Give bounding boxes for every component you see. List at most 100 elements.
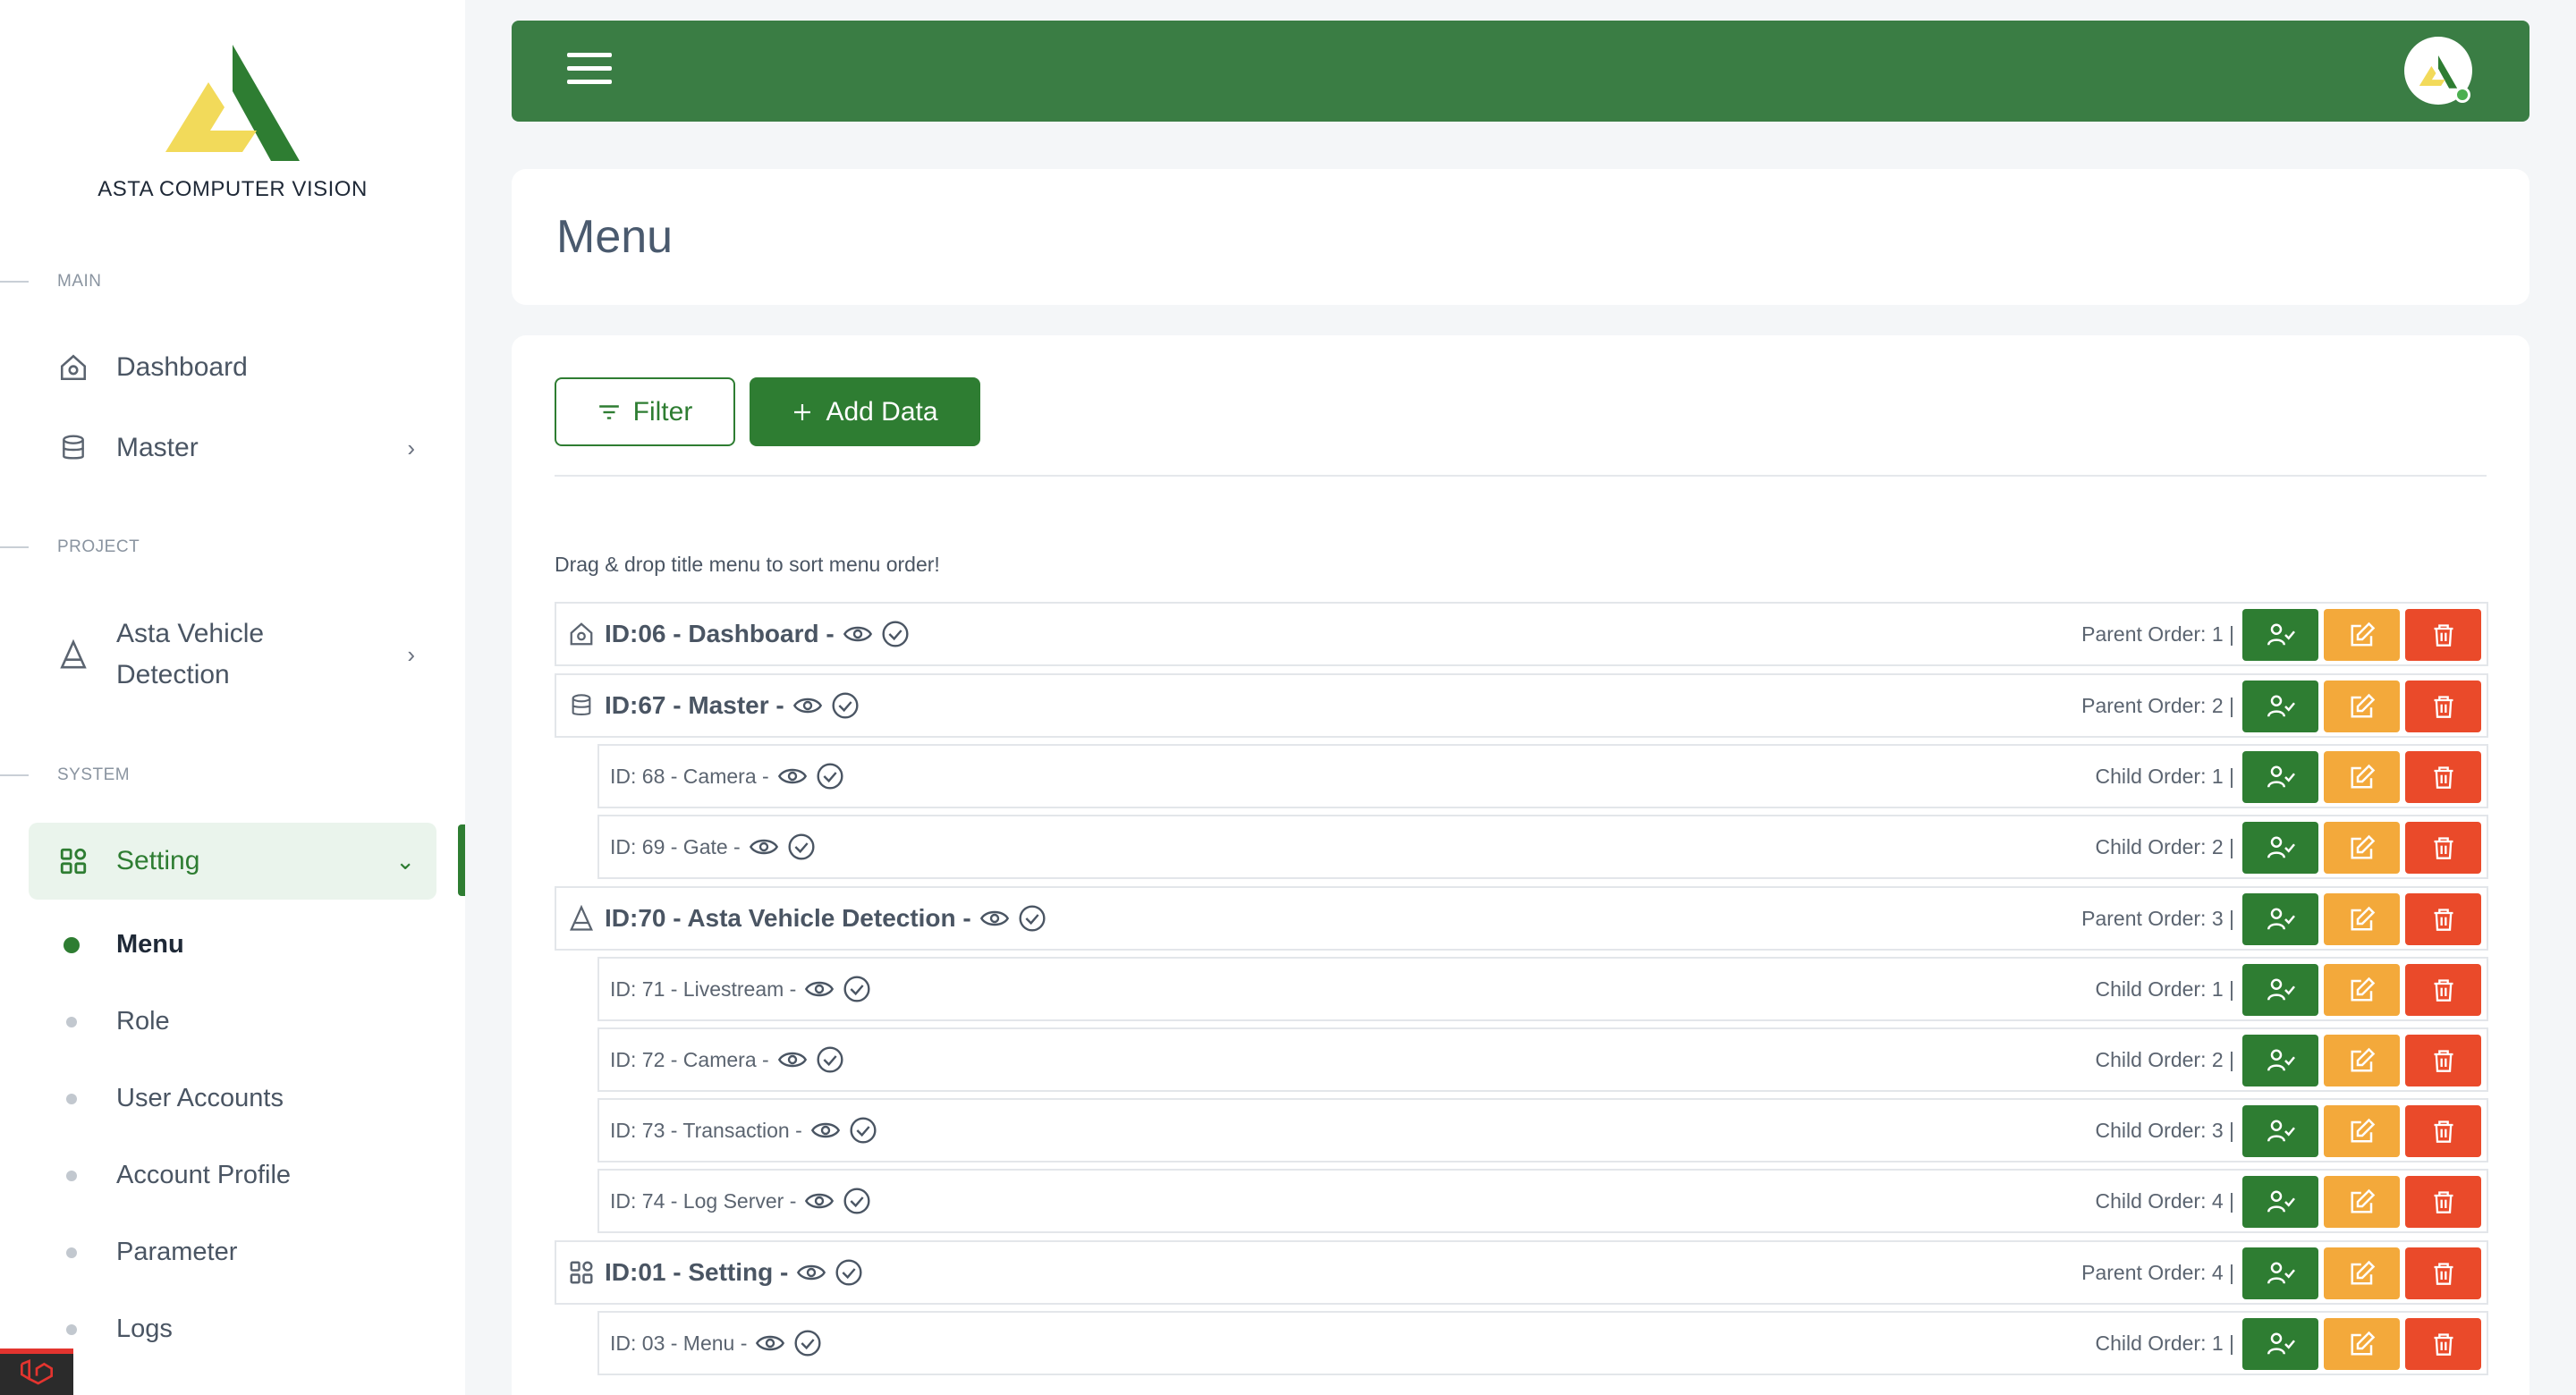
delete-button[interactable] <box>2405 893 2481 945</box>
add-data-button[interactable]: Add Data <box>750 377 980 446</box>
sidebar-item-label: Asta Vehicle Detection <box>116 613 264 696</box>
plus-icon <box>792 402 813 423</box>
edit-icon <box>2349 693 2376 720</box>
avatar[interactable] <box>2404 37 2472 105</box>
sidebar-subitem-logs[interactable]: Logs <box>66 1315 173 1344</box>
delete-button[interactable] <box>2405 681 2481 732</box>
delete-button[interactable] <box>2405 964 2481 1016</box>
assign-role-button[interactable] <box>2242 609 2318 661</box>
edit-button[interactable] <box>2324 681 2400 732</box>
delete-button[interactable] <box>2405 1035 2481 1086</box>
eye-icon <box>756 1332 785 1354</box>
edit-button[interactable] <box>2324 1318 2400 1370</box>
assign-role-button[interactable] <box>2242 1176 2318 1228</box>
menu-child-row[interactable]: ID: 72 - Camera - Child Order: 2 | <box>597 1027 2488 1092</box>
edit-button[interactable] <box>2324 822 2400 874</box>
delete-button[interactable] <box>2405 1105 2481 1157</box>
assign-role-button[interactable] <box>2242 1105 2318 1157</box>
menu-row-title[interactable]: ID:06 - Dashboard - <box>556 620 910 648</box>
trash-icon <box>2431 834 2456 861</box>
assign-role-button[interactable] <box>2242 893 2318 945</box>
sort-hint: Drag & drop title menu to sort menu orde… <box>555 553 940 576</box>
bullet-icon <box>66 1247 77 1258</box>
menu-child-row[interactable]: ID: 69 - Gate - Child Order: 2 | <box>597 815 2488 879</box>
trash-icon <box>2431 1118 2456 1145</box>
assign-role-button[interactable] <box>2242 681 2318 732</box>
debugbar-toggle[interactable] <box>0 1348 73 1395</box>
sidebar-subitem-menu[interactable]: Menu <box>64 930 184 960</box>
user-check-icon <box>2266 1260 2296 1287</box>
edit-icon <box>2349 621 2376 648</box>
check-circle-icon <box>793 1329 822 1357</box>
edit-button[interactable] <box>2324 1035 2400 1086</box>
sidebar-subitem-user-accounts[interactable]: User Accounts <box>66 1084 284 1113</box>
edit-button[interactable] <box>2324 609 2400 661</box>
delete-button[interactable] <box>2405 1247 2481 1299</box>
row-actions <box>2237 1176 2481 1228</box>
hamburger-menu-icon[interactable] <box>567 53 612 89</box>
assign-role-button[interactable] <box>2242 964 2318 1016</box>
menu-parent-row[interactable]: ID:67 - Master - Parent Order: 2 | <box>555 673 2488 738</box>
menu-row-label: ID: 03 - Menu - <box>610 1331 748 1355</box>
menu-row-title[interactable]: ID:01 - Setting - <box>556 1258 863 1287</box>
assign-role-button[interactable] <box>2242 1318 2318 1370</box>
sidebar-item-label-line1: Asta Vehicle <box>116 619 265 648</box>
menu-row-title[interactable]: ID: 73 - Transaction - <box>599 1116 877 1145</box>
menu-row-title[interactable]: ID: 71 - Livestream - <box>599 975 871 1003</box>
menu-row-title[interactable]: ID: 03 - Menu - <box>599 1329 822 1357</box>
menu-row-label: ID: 71 - Livestream - <box>610 976 797 1001</box>
sidebar-item-setting[interactable]: Setting ⌄ <box>29 823 436 900</box>
menu-parent-row[interactable]: ID:70 - Asta Vehicle Detection - Parent O… <box>555 886 2488 951</box>
edit-button[interactable] <box>2324 1176 2400 1228</box>
sidebar-subitem-parameter[interactable]: Parameter <box>66 1238 237 1267</box>
sidebar-subitem-role[interactable]: Role <box>66 1007 170 1036</box>
delete-button[interactable] <box>2405 609 2481 661</box>
menu-row-title[interactable]: ID:67 - Master - <box>556 691 860 720</box>
assign-role-button[interactable] <box>2242 1247 2318 1299</box>
assign-role-button[interactable] <box>2242 751 2318 803</box>
edit-button[interactable] <box>2324 751 2400 803</box>
menu-row-title[interactable]: ID: 74 - Log Server - <box>599 1187 871 1215</box>
menu-row-title[interactable]: ID: 68 - Camera - <box>599 762 844 790</box>
trash-icon <box>2431 1260 2456 1287</box>
row-actions <box>2237 681 2481 732</box>
menu-row-label: ID:70 - Asta Vehicle Detection - <box>605 904 971 932</box>
edit-button[interactable] <box>2324 1105 2400 1157</box>
row-actions <box>2237 1318 2481 1370</box>
menu-child-row[interactable]: ID: 71 - Livestream - Child Order: 1 | <box>597 957 2488 1021</box>
menu-row-title[interactable]: ID: 72 - Camera - <box>599 1045 844 1074</box>
assign-role-button[interactable] <box>2242 1035 2318 1086</box>
sidebar-item-dashboard[interactable]: Dashboard <box>29 343 436 392</box>
menu-row-label: ID: 74 - Log Server - <box>610 1188 797 1213</box>
filter-button[interactable]: Filter <box>555 377 735 446</box>
menu-parent-row[interactable]: ID:01 - Setting - Parent Order: 4 | <box>555 1240 2488 1305</box>
sidebar-item-master[interactable]: Master › <box>29 424 436 472</box>
menu-child-row[interactable]: ID: 74 - Log Server - Child Order: 4 | <box>597 1169 2488 1233</box>
user-check-icon <box>2266 976 2296 1003</box>
menu-row-title[interactable]: ID: 69 - Gate - <box>599 833 816 861</box>
divider <box>555 475 2487 477</box>
delete-button[interactable] <box>2405 751 2481 803</box>
assign-role-button[interactable] <box>2242 822 2318 874</box>
edit-button[interactable] <box>2324 893 2400 945</box>
sidebar-subitem-label: User Accounts <box>116 1084 284 1112</box>
eye-icon <box>810 1120 840 1141</box>
edit-button[interactable] <box>2324 964 2400 1016</box>
trash-icon <box>2431 1188 2456 1215</box>
chevron-right-icon: › <box>407 434 415 461</box>
menu-child-row[interactable]: ID: 03 - Menu - Child Order: 1 | <box>597 1311 2488 1375</box>
edit-icon <box>2349 1188 2376 1215</box>
menu-child-row[interactable]: ID: 73 - Transaction - Child Order: 3 | <box>597 1098 2488 1162</box>
delete-button[interactable] <box>2405 1318 2481 1370</box>
home-icon <box>57 351 89 384</box>
sidebar-subitem-account-profile[interactable]: Account Profile <box>66 1161 291 1190</box>
menu-parent-row[interactable]: ID:06 - Dashboard - Parent Order: 1 | <box>555 602 2488 666</box>
edit-icon <box>2349 1331 2376 1357</box>
delete-button[interactable] <box>2405 822 2481 874</box>
edit-button[interactable] <box>2324 1247 2400 1299</box>
menu-child-row[interactable]: ID: 68 - Camera - Child Order: 1 | <box>597 744 2488 808</box>
delete-button[interactable] <box>2405 1176 2481 1228</box>
user-check-icon <box>2266 621 2296 648</box>
menu-row-title[interactable]: ID:70 - Asta Vehicle Detection - <box>556 904 1046 933</box>
sidebar-item-asta-vehicle-detection[interactable]: Asta Vehicle Detection › <box>29 612 436 698</box>
